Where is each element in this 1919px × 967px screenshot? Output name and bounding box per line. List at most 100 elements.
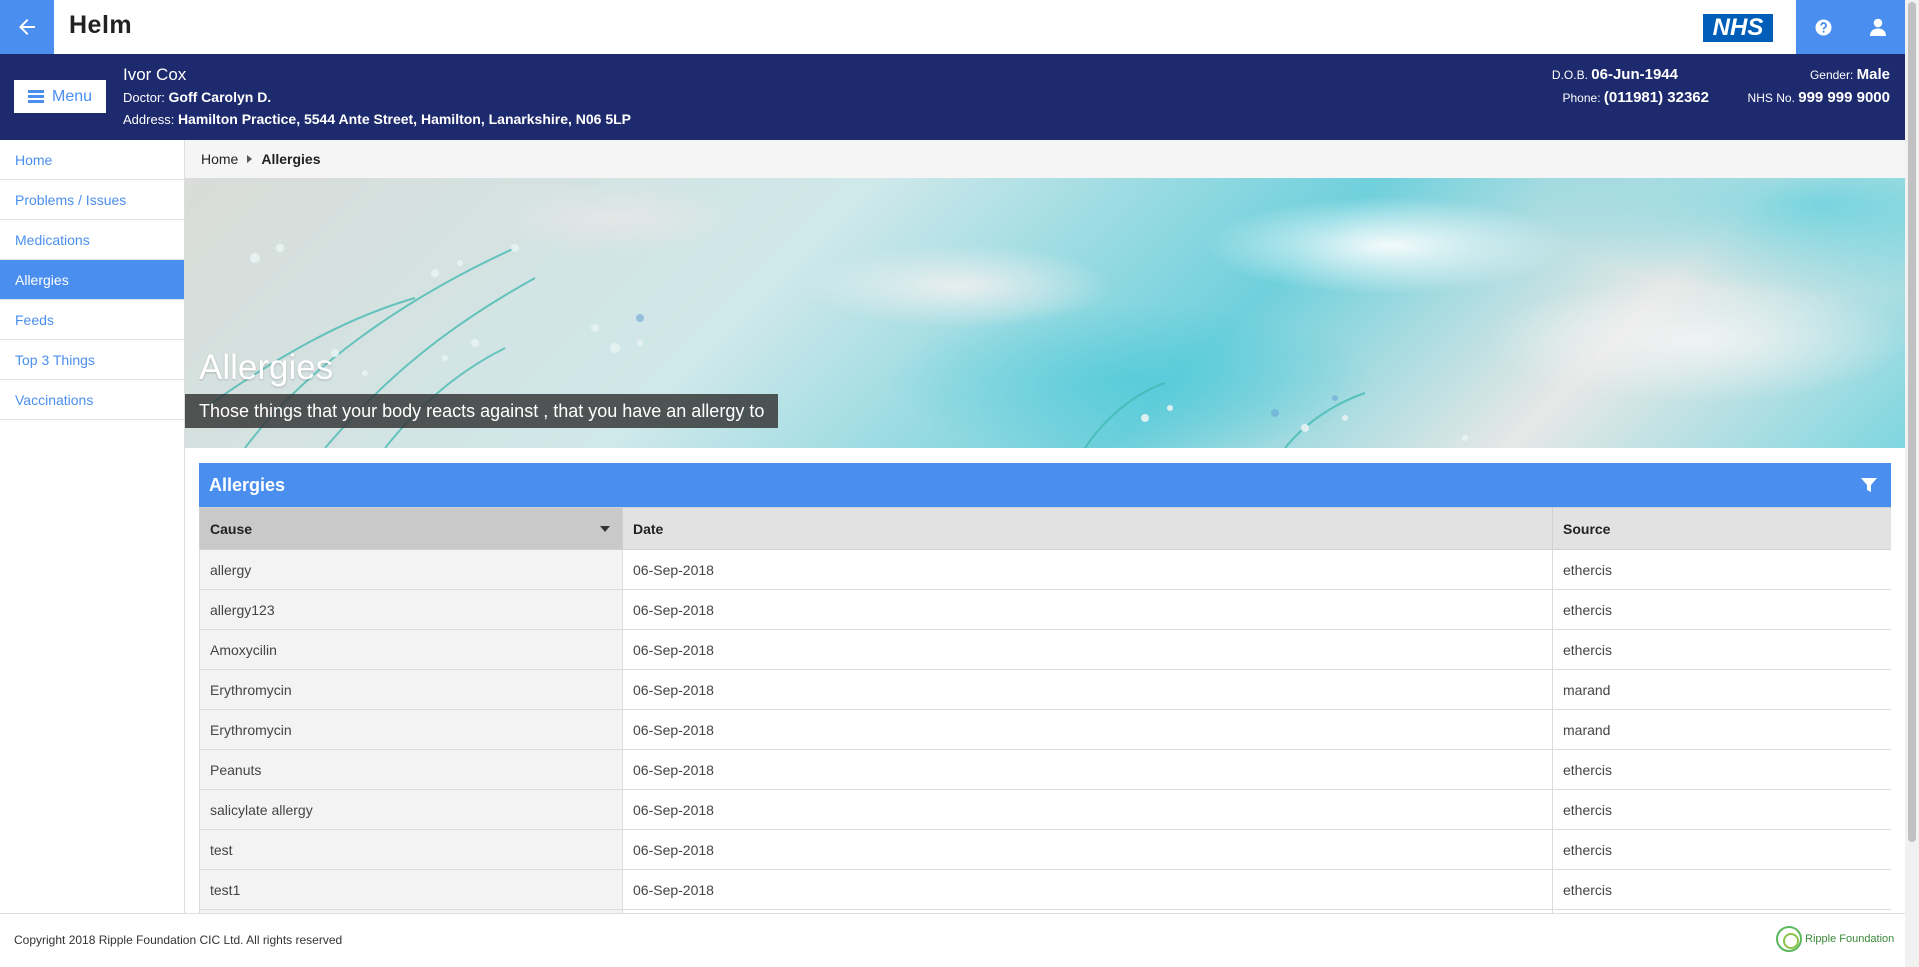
dob-value: 06-Jun-1944 bbox=[1591, 66, 1678, 83]
cell-cause: salicylate allergy bbox=[199, 789, 623, 830]
cell-cause: test bbox=[199, 829, 623, 870]
sort-descending-icon bbox=[600, 526, 610, 532]
column-header-cause[interactable]: Cause bbox=[199, 507, 623, 550]
doctor-label: Doctor: bbox=[123, 90, 165, 105]
table-header-row: Cause Date Source bbox=[199, 507, 1891, 550]
breadcrumb-home[interactable]: Home bbox=[201, 151, 238, 167]
doctor-value: Goff Carolyn D. bbox=[168, 89, 272, 105]
sidebar-item-allergies[interactable]: Allergies bbox=[0, 260, 184, 300]
ripple-foundation-logo[interactable]: Ripple Foundation bbox=[1776, 926, 1894, 952]
sidebar-item-feeds[interactable]: Feeds bbox=[0, 300, 184, 340]
allergies-panel: Allergies Cause Date Source allergy 06-Se bbox=[199, 463, 1891, 913]
hero-subtitle: Those things that your body reacts again… bbox=[185, 394, 779, 428]
table-row[interactable]: Erythromycin 06-Sep-2018 marand bbox=[199, 709, 1891, 750]
table-row[interactable]: Peanuts 06-Sep-2018 ethercis bbox=[199, 749, 1891, 790]
cell-source: ethercis bbox=[1552, 749, 1891, 790]
cell-source: ethercis bbox=[1552, 589, 1891, 630]
question-circle-icon bbox=[1815, 19, 1831, 35]
cell-cause: allergy123 bbox=[199, 589, 623, 630]
gender-value: Male bbox=[1856, 66, 1890, 83]
back-button[interactable] bbox=[0, 0, 54, 54]
cell-date: 06-Sep-2018 bbox=[622, 789, 1553, 830]
cell-date: 06-Sep-2018 bbox=[622, 669, 1553, 710]
patient-phone: Phone: (011981) 32362 bbox=[1563, 89, 1710, 106]
address-value: Hamilton Practice, 5544 Ante Street, Ham… bbox=[177, 111, 632, 127]
cell-cause: Amoxycilin bbox=[199, 629, 623, 670]
page-scrollbar[interactable] bbox=[1905, 0, 1919, 967]
hamburger-icon bbox=[27, 90, 44, 103]
sidebar-nav: Home Problems / Issues Medications Aller… bbox=[0, 140, 185, 913]
panel-header: Allergies bbox=[199, 463, 1891, 507]
footer: Copyright 2018 Ripple Foundation CIC Ltd… bbox=[0, 913, 1905, 967]
gender-label: Gender: bbox=[1809, 68, 1854, 82]
filter-icon bbox=[1861, 478, 1877, 492]
column-header-label: Cause bbox=[210, 520, 253, 537]
nhs-number-value: 999 999 9000 bbox=[1798, 89, 1890, 106]
menu-button-label: Menu bbox=[51, 87, 93, 105]
scrollbar-thumb[interactable] bbox=[1908, 2, 1916, 842]
ripple-logo-text: Ripple Foundation bbox=[1805, 933, 1895, 945]
nhs-logo: NHS bbox=[1703, 14, 1773, 42]
patient-name: Ivor Cox bbox=[123, 65, 187, 84]
user-button[interactable] bbox=[1850, 0, 1905, 54]
allergies-table: Cause Date Source allergy 06-Sep-2018 ethe… bbox=[199, 507, 1891, 913]
copyright-text: Copyright 2018 Ripple Foundation CIC Ltd… bbox=[14, 933, 343, 947]
cell-date: 06-Sep-2018 bbox=[622, 709, 1553, 750]
table-row[interactable]: salicylate allergy 06-Sep-2018 ethercis bbox=[199, 789, 1891, 830]
column-header-date[interactable]: Date bbox=[622, 507, 1553, 550]
table-row[interactable]: allergy 06-Sep-2018 ethercis bbox=[199, 549, 1891, 590]
app-title: Helm bbox=[69, 11, 133, 39]
cell-source: ethercis bbox=[1552, 869, 1891, 910]
cell-source: ethercis bbox=[1552, 549, 1891, 590]
top-bar: Helm NHS bbox=[0, 0, 1905, 54]
cell-date: 06-Sep-2018 bbox=[622, 589, 1553, 630]
nhs-number-label: NHS No. bbox=[1747, 91, 1795, 105]
patient-address: Address: Hamilton Practice, 5544 Ante St… bbox=[123, 111, 631, 127]
sidebar-item-top-3-things[interactable]: Top 3 Things bbox=[0, 340, 184, 380]
sidebar-item-vaccinations[interactable]: Vaccinations bbox=[0, 380, 184, 420]
cell-cause: Erythromycin bbox=[199, 669, 623, 710]
filter-button[interactable] bbox=[1857, 473, 1881, 497]
cell-cause: test1 bbox=[199, 869, 623, 910]
sidebar-item-home[interactable]: Home bbox=[0, 140, 184, 180]
address-label: Address: bbox=[123, 112, 175, 127]
table-row[interactable]: test1 06-Sep-2018 ethercis bbox=[199, 869, 1891, 910]
cell-date: 06-Sep-2018 bbox=[622, 549, 1553, 590]
cell-date: 06-Sep-2018 bbox=[622, 749, 1553, 790]
column-header-label: Source bbox=[1563, 520, 1611, 537]
cell-date: 06-Sep-2018 bbox=[622, 829, 1553, 870]
column-header-label: Date bbox=[633, 520, 664, 537]
sidebar-item-problems-issues[interactable]: Problems / Issues bbox=[0, 180, 184, 220]
table-row[interactable]: Erythromycin 06-Sep-2018 marand bbox=[199, 669, 1891, 710]
table-row[interactable]: allergy123 06-Sep-2018 ethercis bbox=[199, 589, 1891, 630]
cell-date: 06-Sep-2018 bbox=[622, 629, 1553, 670]
nhs-logo-text: NHS bbox=[1705, 16, 1771, 40]
cell-date: 06-Sep-2018 bbox=[622, 869, 1553, 910]
breadcrumb-separator-icon bbox=[247, 155, 253, 163]
hero-title: Allergies bbox=[199, 348, 334, 387]
column-header-source[interactable]: Source bbox=[1552, 507, 1891, 550]
dob-label: D.O.B. bbox=[1551, 68, 1588, 82]
breadcrumb-current: Allergies bbox=[261, 151, 321, 167]
hero-banner: Allergies Those things that your body re… bbox=[185, 178, 1905, 448]
patient-dob: D.O.B. 06-Jun-1944 bbox=[1552, 66, 1678, 83]
menu-button[interactable]: Menu bbox=[14, 80, 106, 113]
user-icon bbox=[1869, 18, 1886, 36]
ripple-logo-icon bbox=[1776, 926, 1802, 952]
arrow-left-icon bbox=[19, 19, 35, 35]
cell-source: ethercis bbox=[1552, 789, 1891, 830]
patient-gender: Gender: Male bbox=[1810, 66, 1890, 83]
cell-source: marand bbox=[1552, 669, 1891, 710]
sidebar-item-medications[interactable]: Medications bbox=[0, 220, 184, 260]
cell-cause: Erythromycin bbox=[199, 709, 623, 750]
cell-cause: allergy bbox=[199, 549, 623, 590]
cell-cause: Peanuts bbox=[199, 749, 623, 790]
table-row[interactable]: Amoxycilin 06-Sep-2018 ethercis bbox=[199, 629, 1891, 670]
table-row[interactable]: test 06-Sep-2018 ethercis bbox=[199, 829, 1891, 870]
phone-label: Phone: bbox=[1562, 91, 1601, 105]
panel-title: Allergies bbox=[209, 474, 286, 495]
patient-banner: Menu Ivor Cox Doctor: Goff Carolyn D. Ad… bbox=[0, 54, 1905, 140]
help-button[interactable] bbox=[1796, 0, 1850, 54]
cell-source: marand bbox=[1552, 709, 1891, 750]
cell-source: ethercis bbox=[1552, 829, 1891, 870]
